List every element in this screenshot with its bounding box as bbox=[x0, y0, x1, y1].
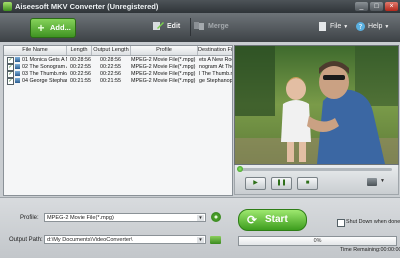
cell-length: 00:22:55 bbox=[70, 64, 91, 70]
table-row[interactable]: ✓ 01 Monica Gets A Ne 00:28:56 00:28:56 … bbox=[4, 57, 232, 64]
shutdown-checkbox[interactable] bbox=[337, 219, 345, 227]
chevron-down-icon[interactable]: ▼ bbox=[197, 237, 204, 243]
cell-profile: MPEG-2 Movie File(*.mpg) bbox=[131, 71, 196, 77]
table-row[interactable]: ✓ 03 The Thumb.mkv 00:22:56 00:22:56 MPE… bbox=[4, 71, 232, 78]
app-icon bbox=[3, 2, 12, 11]
column-header-destination[interactable]: Destination File bbox=[198, 46, 232, 55]
help-menu-label: Help bbox=[368, 23, 383, 30]
cell-profile: MPEG-2 Movie File(*.mpg) bbox=[131, 57, 196, 63]
row-checkbox[interactable]: ✓ bbox=[7, 57, 14, 64]
file-menu-label: File bbox=[330, 23, 342, 30]
cell-destination: l The Thumb.mp bbox=[199, 71, 232, 77]
column-header-file-name[interactable]: File Name bbox=[4, 46, 67, 55]
video-file-icon bbox=[15, 57, 20, 62]
cell-destination: ets A New Roor bbox=[199, 57, 232, 63]
row-checkbox[interactable]: ✓ bbox=[7, 71, 14, 78]
video-preview bbox=[234, 45, 399, 165]
cell-length: 00:21:55 bbox=[70, 78, 91, 84]
table-row[interactable]: ✓ 04 George Stephano 00:21:55 00:21:55 M… bbox=[4, 78, 232, 85]
toolbar: + Add... Edit Merge File ▼ ? Help ▼ bbox=[0, 13, 400, 42]
file-icon bbox=[319, 21, 326, 31]
edit-button[interactable]: Edit bbox=[153, 21, 180, 33]
preview-frame-image bbox=[235, 46, 398, 164]
file-list[interactable]: File Name Length Output Length Profile D… bbox=[3, 45, 233, 196]
profile-label: Profile: bbox=[20, 215, 39, 221]
cell-file-name: 03 The Thumb.mkv bbox=[22, 71, 67, 77]
cell-file-name: 01 Monica Gets A Ne bbox=[22, 57, 67, 63]
row-checkbox[interactable]: ✓ bbox=[7, 64, 14, 71]
row-checkbox[interactable]: ✓ bbox=[7, 78, 14, 85]
help-icon: ? bbox=[356, 21, 365, 31]
cell-output-length: 00:22:55 bbox=[100, 64, 121, 70]
profile-value: MPEG-2 Movie File(*.mpg) bbox=[47, 215, 114, 221]
add-label: Add... bbox=[50, 23, 71, 32]
edit-label: Edit bbox=[167, 23, 181, 30]
cell-output-length: 00:21:55 bbox=[100, 78, 121, 84]
play-icon: ▶ bbox=[253, 180, 258, 186]
column-header-profile[interactable]: Profile bbox=[131, 46, 198, 55]
file-list-header: File Name Length Output Length Profile D… bbox=[4, 46, 232, 56]
add-file-button[interactable]: + Add... bbox=[30, 18, 76, 38]
progress-text: 0% bbox=[313, 238, 322, 244]
bottom-panel: Profile: MPEG-2 Movie File(*.mpg) ▼ Outp… bbox=[0, 197, 400, 258]
merge-label: Merge bbox=[208, 23, 229, 30]
app-window: Aiseesoft MKV Converter (Unregistered) _… bbox=[0, 0, 400, 258]
open-folder-icon[interactable] bbox=[210, 236, 221, 244]
play-button[interactable]: ▶ bbox=[245, 177, 266, 190]
cell-output-length: 00:28:56 bbox=[100, 57, 121, 63]
cell-destination: nogram At The bbox=[199, 64, 232, 70]
title-bar[interactable]: Aiseesoft MKV Converter (Unregistered) _… bbox=[0, 0, 400, 13]
help-menu[interactable]: ? Help ▼ bbox=[356, 21, 389, 33]
cell-destination: ge Stephanopoul bbox=[199, 78, 232, 84]
minimize-button[interactable]: _ bbox=[355, 2, 368, 11]
pause-icon: ❚❚ bbox=[276, 180, 287, 186]
merge-icon bbox=[194, 22, 204, 31]
file-menu[interactable]: File ▼ bbox=[318, 21, 348, 33]
time-remaining: Time Remaining:00:00:00 bbox=[340, 247, 400, 253]
window-title: Aiseesoft MKV Converter (Unregistered) bbox=[15, 2, 159, 11]
close-button[interactable]: × bbox=[385, 2, 398, 11]
chevron-down-icon[interactable]: ▼ bbox=[380, 178, 385, 184]
video-file-icon bbox=[15, 78, 20, 83]
edit-icon bbox=[153, 22, 164, 31]
output-path-input[interactable]: d:\My Documents\VideoConverter\ ▼ bbox=[44, 235, 206, 244]
seek-handle[interactable] bbox=[237, 166, 243, 172]
cell-file-name: 04 George Stephano bbox=[22, 78, 67, 84]
cell-file-name: 02 The Sonogram At bbox=[22, 64, 67, 70]
cell-profile: MPEG-2 Movie File(*.mpg) bbox=[131, 78, 196, 84]
column-header-length[interactable]: Length bbox=[67, 46, 92, 55]
toolbar-divider bbox=[190, 18, 191, 36]
chevron-down-icon[interactable]: ▼ bbox=[197, 215, 204, 221]
cell-profile: MPEG-2 Movie File(*.mpg) bbox=[131, 64, 196, 70]
merge-button[interactable]: Merge bbox=[194, 21, 229, 33]
add-icon: + bbox=[37, 21, 45, 35]
shutdown-label: Shut Down when done bbox=[346, 219, 400, 225]
cell-output-length: 00:22:56 bbox=[100, 71, 121, 77]
conversion-progress-bar: 0% bbox=[238, 236, 397, 246]
cell-length: 00:28:56 bbox=[70, 57, 91, 63]
snapshot-camera-icon[interactable] bbox=[367, 178, 377, 186]
convert-refresh-icon: ⟳ bbox=[247, 213, 258, 227]
player-controls: ▶ ❚❚ ■ ▼ bbox=[234, 165, 399, 195]
start-button[interactable]: ⟳ Start bbox=[238, 209, 307, 231]
stop-button[interactable]: ■ bbox=[297, 177, 318, 190]
video-file-icon bbox=[15, 71, 20, 76]
stop-icon: ■ bbox=[305, 180, 310, 186]
start-label: Start bbox=[265, 214, 288, 225]
table-row[interactable]: ✓ 02 The Sonogram At 00:22:55 00:22:55 M… bbox=[4, 64, 232, 71]
output-path-value: d:\My Documents\VideoConverter\ bbox=[47, 237, 133, 243]
cell-length: 00:22:56 bbox=[70, 71, 91, 77]
maximize-button[interactable]: □ bbox=[370, 2, 383, 11]
column-header-output-length[interactable]: Output Length bbox=[92, 46, 131, 55]
chevron-down-icon: ▼ bbox=[384, 24, 390, 30]
profile-settings-gear-icon[interactable] bbox=[211, 212, 221, 222]
video-file-icon bbox=[15, 64, 20, 69]
svg-text:?: ? bbox=[359, 23, 363, 31]
chevron-down-icon: ▼ bbox=[343, 24, 349, 30]
profile-select[interactable]: MPEG-2 Movie File(*.mpg) ▼ bbox=[44, 213, 206, 222]
seek-bar[interactable] bbox=[237, 166, 392, 172]
output-path-label: Output Path: bbox=[9, 237, 43, 243]
pause-button[interactable]: ❚❚ bbox=[271, 177, 292, 190]
